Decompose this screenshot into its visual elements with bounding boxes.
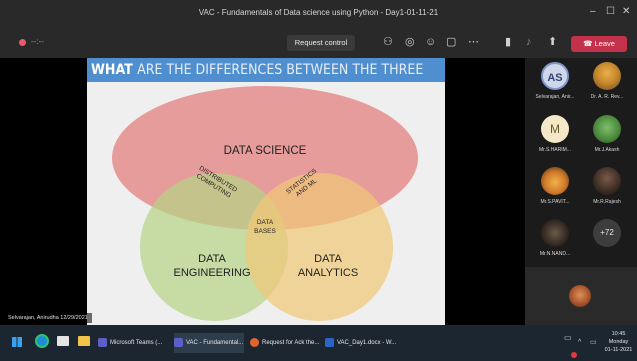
minimize-icon[interactable]: – — [590, 6, 596, 17]
clock-date: 01-11-2021 — [604, 347, 633, 353]
avatar — [593, 167, 621, 195]
taskbar-item[interactable]: Microsoft Teams (... — [98, 333, 168, 353]
participant-tile[interactable]: M Mr.S.HARIM... — [531, 115, 579, 153]
more-participants-tile[interactable]: +72 — [583, 219, 631, 247]
participant-name: Mr.S.HARIM... — [539, 147, 571, 153]
participant-name: Mr.S.PAVIT... — [540, 199, 570, 205]
phone-icon: ☎ — [583, 39, 593, 48]
maximize-icon[interactable]: ☐ — [606, 6, 615, 17]
data-analytics-label-2: ANALYTICS — [298, 267, 358, 279]
participant-name: Mr.N.NAND... — [539, 251, 571, 257]
participant-name: Mr.R.Rajesh — [593, 199, 621, 205]
presentation-slide: WHAT ARE THE DIFFERENCES BETWEEN THE THR… — [87, 58, 445, 325]
self-video-preview[interactable] — [525, 267, 637, 325]
meeting-toolbar: --:-- Request control ⚇ ◎ ☺ ▢ ⋯ ▮ ♪ ⬆ ☎ … — [0, 28, 637, 58]
taskbar-item[interactable]: VAC_Day1.docx - W... — [325, 333, 397, 353]
self-avatar — [569, 285, 591, 307]
slide-heading-rest: ARE THE DIFFERENCES BETWEEN THE THREE — [137, 62, 424, 78]
windows-taskbar: Microsoft Teams (... VAC - Fundamental..… — [0, 325, 637, 361]
notification-badge-icon — [571, 352, 577, 358]
rooms-icon[interactable]: ▢ — [446, 36, 456, 48]
edge-icon[interactable] — [35, 334, 49, 348]
chat-icon[interactable]: ◎ — [405, 36, 415, 48]
taskbar-item-label: VAC - Fundamental... — [186, 340, 244, 346]
avatar — [541, 167, 569, 195]
data-engineering-label-1: DATA — [198, 253, 226, 265]
avatar: M — [541, 115, 569, 143]
participant-name: Dr. A. R. Rev... — [590, 94, 624, 100]
data-analytics-label-1: DATA — [314, 253, 342, 265]
windows-start-icon[interactable] — [12, 337, 22, 347]
clock-time: 10:45 — [611, 331, 626, 337]
browser-icon — [250, 337, 259, 347]
taskbar-item-label: VAC_Day1.docx - W... — [337, 340, 397, 346]
reactions-icon[interactable]: ☺ — [425, 36, 436, 48]
recording-indicator-icon — [19, 39, 26, 46]
network-icon[interactable]: ▭ — [590, 338, 597, 346]
venn-diagram: DATA SCIENCE DATA ENGINEERING DATA ANALY… — [112, 86, 418, 321]
shared-screen: WHAT ARE THE DIFFERENCES BETWEEN THE THR… — [0, 58, 525, 325]
share-tray-icon[interactable]: ⬆ — [548, 36, 557, 48]
window-title: VAC - Fundamentals of Data science using… — [198, 8, 439, 17]
participant-tile[interactable]: Mr.J.Akash — [583, 115, 631, 153]
slide-header: WHAT ARE THE DIFFERENCES BETWEEN THE THR… — [87, 58, 445, 82]
databases-label-2: BASES — [254, 228, 276, 235]
meeting-timer: --:-- — [31, 37, 44, 46]
data-analytics-circle — [245, 173, 393, 321]
store-icon[interactable] — [57, 336, 69, 346]
more-actions-icon[interactable]: ⋯ — [468, 36, 479, 48]
participant-name: Mr.J.Akash — [594, 147, 620, 153]
avatar: AS — [541, 62, 569, 90]
avatar — [593, 115, 621, 143]
data-science-label: DATA SCIENCE — [224, 145, 307, 157]
more-participants-count: +72 — [593, 219, 621, 247]
teams-icon — [98, 337, 107, 347]
mic-off-icon[interactable]: ♪ — [526, 36, 532, 48]
camera-off-icon[interactable]: ▮ — [505, 36, 511, 48]
participant-tile[interactable]: Mr.S.PAVIT... — [531, 167, 579, 205]
participant-tile[interactable]: AS Selvarajan, Anir... — [531, 62, 579, 100]
taskbar-item[interactable]: Request for Ack the... — [250, 333, 320, 353]
participant-tile[interactable]: Dr. A. R. Rev... — [583, 62, 631, 100]
close-icon[interactable]: ✕ — [622, 6, 630, 17]
request-control-button[interactable]: Request control — [287, 35, 355, 51]
databases-label-1: DATA — [257, 219, 274, 226]
presenter-name-label: Selvarajan, Anirudha 12/29/2021 — [4, 313, 92, 323]
file-explorer-icon[interactable] — [78, 336, 90, 346]
word-icon — [325, 337, 334, 347]
system-clock[interactable]: 10:45 Monday 01-11-2021 — [602, 330, 635, 354]
window-titlebar: VAC - Fundamentals of Data science using… — [0, 0, 637, 28]
taskbar-item[interactable]: VAC - Fundamental... — [174, 333, 244, 353]
data-engineering-label-2: ENGINEERING — [173, 267, 250, 279]
taskbar-item-label: Request for Ack the... — [262, 340, 320, 346]
taskbar-item-label: Microsoft Teams (... — [110, 340, 163, 346]
participant-tile[interactable]: Mr.N.NAND... — [531, 219, 579, 257]
slide-heading: WHAT ARE THE DIFFERENCES BETWEEN THE THR… — [91, 62, 423, 78]
show-hidden-icons-icon[interactable]: ^ — [578, 339, 581, 346]
clock-day: Monday — [608, 339, 629, 345]
leave-label: Leave — [594, 39, 615, 48]
participant-tile[interactable]: Mr.R.Rajesh — [583, 167, 631, 205]
participants-icon[interactable]: ⚇ — [383, 36, 393, 48]
teams-icon — [174, 337, 183, 347]
avatar — [541, 219, 569, 247]
slide-heading-strong: WHAT — [91, 62, 133, 78]
avatar — [593, 62, 621, 90]
leave-button[interactable]: ☎ Leave — [571, 36, 627, 52]
participant-name: Selvarajan, Anir... — [535, 94, 575, 100]
chat-tray-icon[interactable]: ▭ — [564, 333, 572, 342]
